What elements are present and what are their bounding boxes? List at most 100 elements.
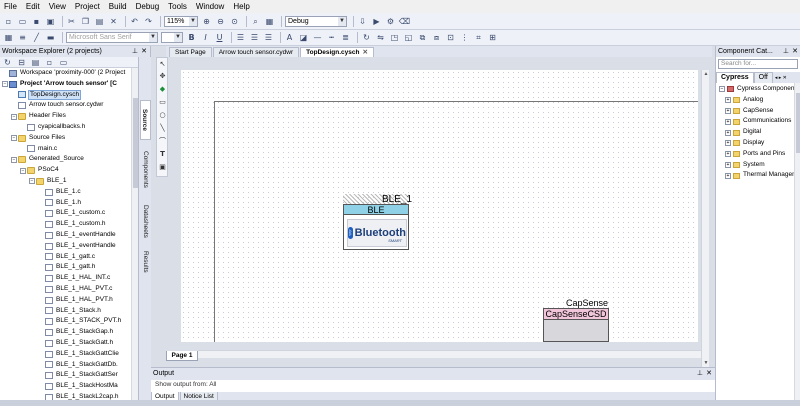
distribute-icon[interactable]: ⋮	[459, 32, 470, 43]
canvas-horizontal-scrollbar[interactable]	[198, 350, 701, 358]
new-file-icon[interactable]: ▫	[3, 16, 14, 27]
doc-tab[interactable]: Start Page	[169, 47, 212, 57]
tree-item[interactable]: BLE_1_StackGattDb.	[0, 360, 119, 371]
collapse-all-icon[interactable]: ⊟	[16, 57, 27, 68]
menu-item-build[interactable]: Build	[109, 0, 127, 13]
tree-item[interactable]: BLE_1_HAL_PVT.h	[0, 295, 114, 306]
close-icon[interactable]: ✕	[362, 49, 367, 56]
tree-item[interactable]: − Project 'Arrow touch sensor' [C	[0, 79, 118, 90]
italic-icon[interactable]: I	[200, 32, 211, 43]
ungroup-icon[interactable]: ⧈	[431, 32, 442, 43]
ble-component[interactable]: BLE ᛒ Bluetooth SMART	[343, 204, 409, 250]
tree-item[interactable]: BLE_1_gatt.h	[0, 262, 96, 273]
tree-item[interactable]: BLE_1_StackHostMa	[0, 381, 119, 392]
zoom-out-icon[interactable]: ⊖	[215, 16, 226, 27]
tree-item[interactable]: cyapicallbacks.h	[0, 122, 86, 133]
expand-icon[interactable]: −	[719, 86, 725, 93]
expand-icon[interactable]: +	[725, 129, 731, 136]
scrollbar-thumb[interactable]	[796, 93, 800, 153]
tree-item[interactable]: BLE_1_StackGattClie	[0, 349, 120, 360]
catalog-item[interactable]: + Digital	[719, 127, 761, 138]
collapse-icon[interactable]: −	[11, 113, 17, 120]
tree-item[interactable]: BLE_1.h	[0, 198, 82, 209]
tree-item[interactable]: BLE_1_HAL_PVT.c	[0, 284, 113, 295]
delete-icon[interactable]: ✕	[108, 16, 119, 27]
collapse-icon[interactable]: −	[20, 167, 26, 174]
tree-item[interactable]: BLE_1_eventHandle	[0, 230, 117, 241]
catalog-search-input[interactable]: Search for...	[718, 59, 798, 69]
menu-item-window[interactable]: Window	[196, 0, 224, 13]
arc-tool-icon[interactable]: ⌒	[158, 137, 167, 146]
collapse-icon[interactable]: −	[11, 156, 17, 163]
cut-icon[interactable]: ✂	[66, 16, 77, 27]
catalog-scrollbar[interactable]	[794, 83, 800, 400]
copy-icon[interactable]: ❐	[80, 16, 91, 27]
flip-icon[interactable]: ⇋	[375, 32, 386, 43]
menu-item-debug[interactable]: Debug	[136, 0, 160, 13]
ellipse-tool-icon[interactable]: ○	[158, 111, 167, 120]
build-icon[interactable]: ▦	[264, 16, 275, 27]
align-icon[interactable]: ≡	[17, 32, 28, 43]
wire-icon[interactable]: ╱	[31, 32, 42, 43]
zoom-in-icon[interactable]: ⊕	[201, 16, 212, 27]
refresh-icon[interactable]: ↻	[2, 57, 13, 68]
new-file-icon[interactable]: ▫	[44, 57, 55, 68]
tree-item[interactable]: BLE_1_eventHandle	[0, 241, 117, 252]
properties-icon[interactable]: ▤	[30, 57, 41, 68]
bold-icon[interactable]: B	[186, 32, 197, 43]
line-color-icon[interactable]: —	[312, 32, 323, 43]
catalog-tab[interactable]: Off	[753, 72, 773, 83]
catalog-tab[interactable]: Cypress	[716, 72, 754, 83]
scroll-up-icon[interactable]: ▲	[702, 70, 710, 78]
paste-icon[interactable]: ▤	[94, 16, 105, 27]
expand-icon[interactable]: +	[725, 172, 731, 179]
clean-icon[interactable]: ⌫	[399, 16, 410, 27]
tree-item[interactable]: Workspace 'proximity-000' (2 Project	[0, 68, 126, 79]
pin-icon[interactable]: ⊥	[132, 46, 138, 57]
catalog-item[interactable]: + Analog	[719, 95, 763, 106]
add-folder-icon[interactable]: ▭	[58, 57, 69, 68]
tree-item[interactable]: main.c	[0, 144, 58, 155]
tree-item[interactable]: BLE_1_StackGatt.h	[0, 338, 114, 349]
rotate-icon[interactable]: ↻	[361, 32, 372, 43]
side-tab-datasheets[interactable]: Datasheets	[140, 198, 151, 244]
catalog-item[interactable]: + Thermal Managem	[719, 170, 798, 181]
image-tool-icon[interactable]: ▣	[158, 163, 167, 172]
tree-item[interactable]: BLE_1_custom.h	[0, 219, 107, 230]
expand-icon[interactable]: +	[725, 161, 731, 168]
text-tool-icon[interactable]: T	[158, 150, 167, 159]
zoom-combo[interactable]: 115% ▼	[164, 15, 198, 27]
expand-icon[interactable]: +	[725, 140, 731, 147]
save-all-icon[interactable]: ▣	[45, 16, 56, 27]
tab-scroll-icon[interactable]: ◂ ▸ ✕	[775, 73, 787, 83]
side-tab-components[interactable]: Components	[140, 143, 151, 195]
pin-icon[interactable]: ⊥	[697, 368, 703, 379]
redo-icon[interactable]: ↷	[143, 16, 154, 27]
catalog-item[interactable]: − Cypress Component Ca	[719, 84, 800, 95]
configuration-combo[interactable]: Debug ▼	[285, 15, 347, 27]
wire-tool-icon[interactable]: ◆	[158, 85, 167, 94]
menu-item-project[interactable]: Project	[75, 0, 100, 13]
font-size-combo[interactable]: ▼	[161, 32, 183, 43]
collapse-icon[interactable]: −	[2, 81, 8, 88]
rectangle-tool-icon[interactable]: ▭	[158, 98, 167, 107]
canvas-vertical-scrollbar[interactable]: ▲ ▼	[701, 70, 709, 367]
build-icon[interactable]: ⚙	[385, 16, 396, 27]
scroll-down-icon[interactable]: ▼	[702, 359, 710, 367]
group-icon[interactable]: ⧉	[417, 32, 428, 43]
doc-tab[interactable]: TopDesign.cysch ✕	[300, 47, 374, 57]
page-tab[interactable]: Page 1	[166, 351, 198, 361]
measure-icon[interactable]: ⊞	[487, 32, 498, 43]
menu-item-edit[interactable]: Edit	[26, 0, 40, 13]
catalog-item[interactable]: + System	[719, 160, 765, 171]
tree-item[interactable]: BLE_1_custom.c	[0, 208, 106, 219]
pan-icon[interactable]: ✥	[158, 72, 167, 81]
close-icon[interactable]: ✕	[141, 46, 147, 57]
tree-item[interactable]: − Generated_Source	[0, 154, 85, 165]
catalog-item[interactable]: + Display	[719, 138, 764, 149]
undo-icon[interactable]: ↶	[129, 16, 140, 27]
tree-item[interactable]: − Source Files	[0, 133, 66, 144]
side-tab-source[interactable]: Source	[140, 100, 151, 140]
underline-icon[interactable]: U	[214, 32, 225, 43]
tree-item[interactable]: BLE_1_gatt.c	[0, 252, 96, 263]
